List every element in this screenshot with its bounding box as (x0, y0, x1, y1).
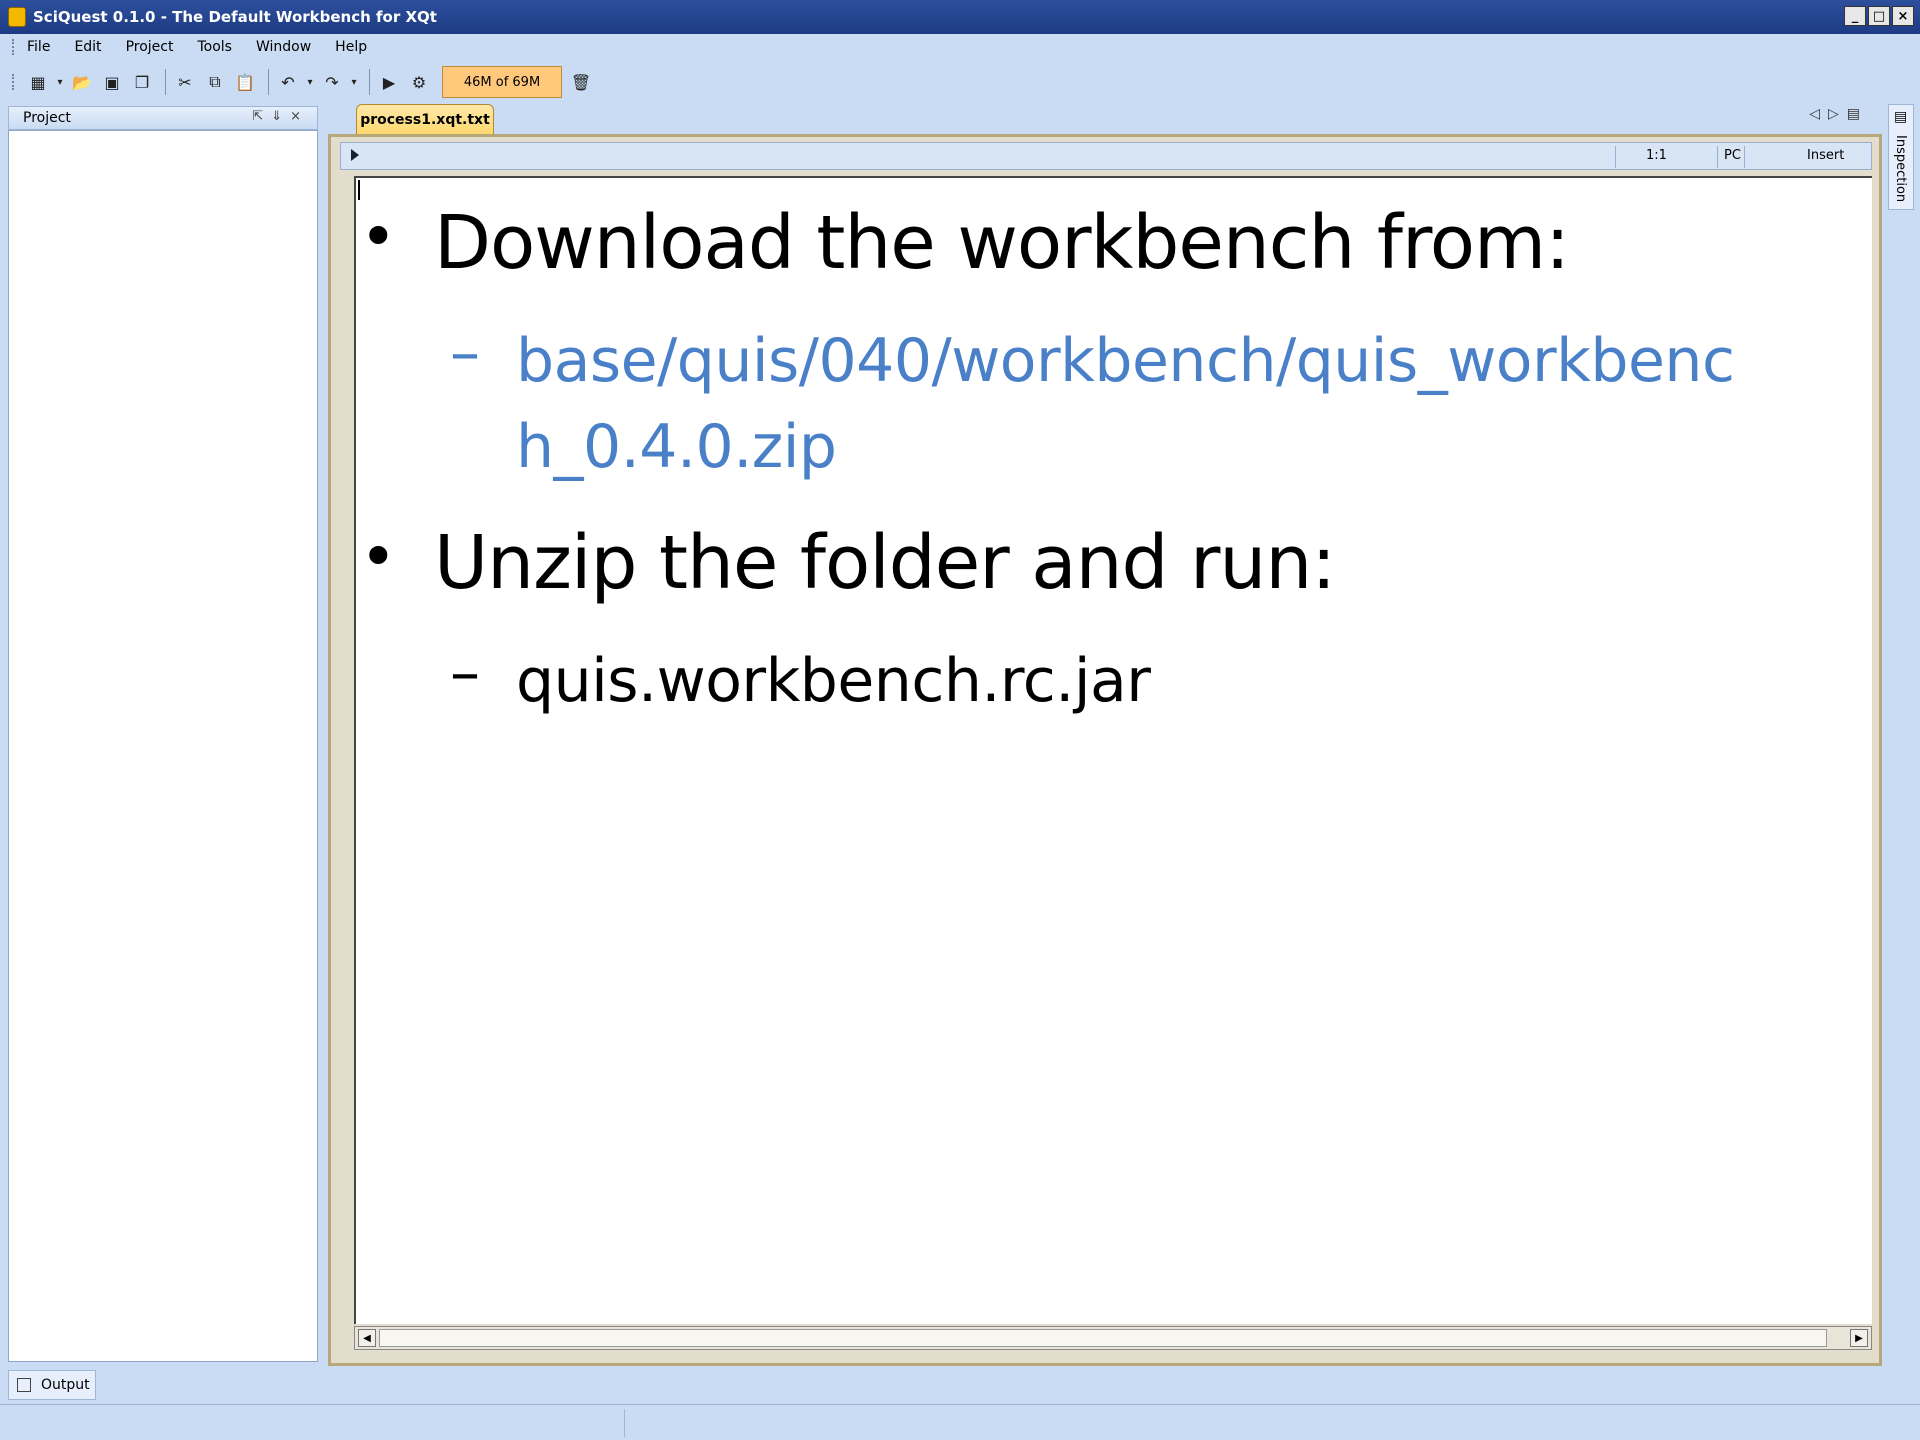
redo-icon[interactable]: ↷ (319, 69, 345, 95)
download-url-line1: base/quis/040/workbench/quis_workbenc (516, 326, 1735, 396)
menu-window[interactable]: Window (254, 37, 313, 57)
pin-icon[interactable]: ⇓ (271, 109, 290, 124)
menu-project[interactable]: Project (124, 37, 176, 57)
output-icon (17, 1378, 31, 1392)
open-folder-icon[interactable]: 📂 (69, 69, 95, 95)
window-title: SciQuest 0.1.0 - The Default Workbench f… (33, 8, 437, 26)
new-file-icon[interactable]: ▦ (25, 69, 51, 95)
dash-icon: – (450, 318, 480, 388)
bullet-download-text: Download the workbench from: (434, 200, 1570, 286)
toolbar: ▦ ▾ 📂 ▣ ❐ ✂ ⧉ 📋 ↶ ▾ ↷ ▾ ▶ ⚙ 46M of 69M 🗑 (0, 62, 1920, 102)
tab-list-icon[interactable]: ▤ (1847, 106, 1868, 122)
garbage-collect-icon[interactable]: 🗑 (568, 69, 594, 95)
dash-icon: – (450, 638, 480, 708)
toolbar-grip-icon (12, 74, 17, 90)
tab-right-icon[interactable]: ▷ (1828, 106, 1847, 122)
menu-edit[interactable]: Edit (72, 37, 103, 57)
project-tree[interactable] (8, 130, 318, 1362)
scroll-right-icon[interactable]: ▶ (1850, 1329, 1868, 1347)
tab-navigation: ◁▷▤ (1809, 106, 1868, 122)
project-panel-title: Project (23, 110, 71, 126)
cut-icon[interactable]: ✂ (172, 69, 198, 95)
status-divider (1717, 146, 1718, 168)
inspection-icon: ▤ (1894, 109, 1908, 125)
maximize-button[interactable]: □ (1868, 6, 1890, 26)
status-divider (1744, 146, 1745, 168)
toolbar-separator (165, 69, 166, 95)
save-icon[interactable]: ▣ (99, 69, 125, 95)
status-divider (1615, 146, 1616, 168)
toolbar-separator (268, 69, 269, 95)
tab-process1[interactable]: process1.xqt.txt (356, 104, 494, 134)
toolbar-separator (369, 69, 370, 95)
jar-filename: quis.workbench.rc.jar (516, 646, 1151, 716)
output-label: Output (41, 1377, 90, 1393)
menu-tools[interactable]: Tools (195, 37, 234, 57)
menu-grip-icon (12, 39, 17, 55)
line-ending: PC (1724, 148, 1741, 163)
scroll-thumb[interactable] (379, 1329, 1827, 1347)
undo-icon[interactable]: ↶ (275, 69, 301, 95)
inspection-tab[interactable]: ▤ Inspection (1888, 104, 1914, 210)
cursor-position: 1:1 (1646, 148, 1667, 163)
insert-mode: Insert (1807, 148, 1845, 163)
scroll-left-icon[interactable]: ◀ (358, 1329, 376, 1347)
sub-bullet-jar: – quis.workbench.rc.jar (450, 638, 1151, 724)
undo-dropdown-icon[interactable]: ▾ (305, 69, 315, 95)
redo-dropdown-icon[interactable]: ▾ (349, 69, 359, 95)
memory-indicator: 46M of 69M (442, 66, 562, 98)
app-icon (8, 7, 26, 27)
horizontal-scrollbar[interactable]: ◀ ▶ (354, 1326, 1872, 1350)
main-status-bar (0, 1404, 1920, 1440)
download-url-line2: h_0.4.0.zip (516, 412, 837, 482)
bullet-unzip: • Unzip the folder and run: (360, 520, 1336, 606)
download-url[interactable]: base/quis/040/workbench/quis_workbenc h_… (516, 318, 1735, 490)
status-divider (624, 1409, 625, 1437)
editor-status-bar: 1:1 PC Insert (340, 142, 1872, 170)
window-controls: _ □ × (1844, 6, 1914, 26)
panel-controls: ⇱⇓× (252, 109, 309, 124)
menu-file[interactable]: File (25, 37, 52, 57)
bullet-download: • Download the workbench from: (360, 200, 1570, 286)
bullet-icon: • (360, 520, 397, 593)
tab-left-icon[interactable]: ◁ (1809, 106, 1828, 122)
paste-icon[interactable]: 📋 (232, 69, 258, 95)
build-icon[interactable]: ⚙ (406, 69, 432, 95)
run-icon[interactable]: ▶ (376, 69, 402, 95)
bullet-icon: • (360, 200, 397, 273)
save-all-icon[interactable]: ❐ (129, 69, 155, 95)
sub-bullet-url: – base/quis/040/workbench/quis_workbenc … (450, 318, 1735, 490)
menu-help[interactable]: Help (333, 37, 369, 57)
minimize-button[interactable]: _ (1844, 6, 1866, 26)
close-button[interactable]: × (1892, 6, 1914, 26)
title-bar: SciQuest 0.1.0 - The Default Workbench f… (0, 0, 1920, 34)
dropdown-arrow-icon[interactable]: ▾ (55, 69, 65, 95)
copy-icon[interactable]: ⧉ (202, 69, 228, 95)
float-icon[interactable]: ⇱ (252, 109, 271, 124)
project-panel-header: Project ⇱⇓× (8, 106, 318, 130)
text-caret (358, 180, 360, 200)
bullet-unzip-text: Unzip the folder and run: (434, 520, 1336, 606)
inspection-label: Inspection (1893, 135, 1908, 203)
menu-bar: File Edit Project Tools Window Help (0, 34, 1920, 60)
play-arrow-icon[interactable] (351, 149, 359, 161)
output-tab[interactable]: Output (8, 1370, 96, 1400)
panel-close-icon[interactable]: × (290, 109, 309, 124)
